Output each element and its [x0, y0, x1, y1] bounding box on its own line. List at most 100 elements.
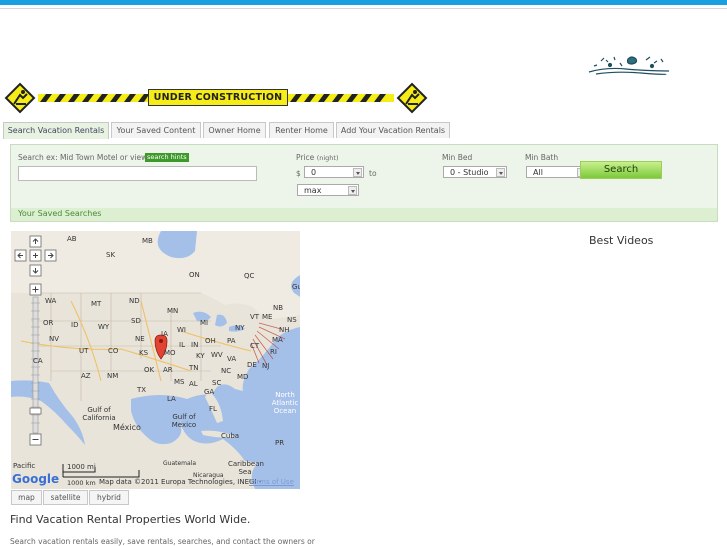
- scale-miles: 1000 mi: [67, 463, 96, 471]
- map-place-label: VT: [250, 313, 260, 321]
- map-place-label: CA: [33, 357, 43, 365]
- price-unit: (night): [316, 154, 339, 162]
- map-place-label: NM: [107, 372, 119, 380]
- map-place-label: Gulf of California: [82, 406, 116, 422]
- map-place-label: MS: [174, 378, 185, 386]
- page-headline: Find Vacation Rental Properties World Wi…: [10, 513, 251, 526]
- map-place-label: IN: [191, 341, 199, 349]
- price-max-select[interactable]: max: [297, 184, 359, 196]
- chevron-down-icon: [348, 186, 357, 195]
- map-place-label: WI: [177, 326, 186, 334]
- map-type-satellite-button[interactable]: satellite: [43, 490, 88, 505]
- map-place-label: NC: [221, 367, 232, 375]
- map-place-label: Gu: [292, 283, 300, 291]
- tab-renter-home[interactable]: Renter Home: [269, 122, 334, 138]
- map-place-label: MA: [272, 336, 283, 344]
- tab-your-saved-content[interactable]: Your Saved Content: [111, 122, 201, 138]
- map-place-label: MN: [167, 307, 179, 315]
- map-place-label: Gulf of Mexico: [171, 413, 197, 429]
- map-place-label: AB: [67, 235, 77, 243]
- saved-searches-link[interactable]: Your Saved Searches: [18, 209, 101, 218]
- map-place-label: QC: [244, 272, 255, 280]
- currency-symbol: $: [296, 169, 301, 178]
- site-logo[interactable]: [586, 51, 672, 79]
- map-place-label: MO: [164, 349, 176, 357]
- map-place-label: NS: [287, 316, 297, 324]
- search-hints-link[interactable]: search hints: [145, 153, 189, 162]
- google-logo[interactable]: Google: [12, 472, 59, 486]
- map-place-label: PA: [227, 337, 236, 345]
- map-place-label: PR: [275, 439, 285, 447]
- map-place-label: NJ: [262, 362, 270, 370]
- min-bed-label: Min Bed: [442, 153, 473, 162]
- map-place-label: NY: [235, 324, 245, 332]
- map-place-label: OR: [43, 319, 54, 327]
- tab-add-your-vacation-rentals[interactable]: Add Your Vacation Rentals: [336, 122, 450, 138]
- search-input[interactable]: [18, 166, 257, 181]
- map-place-label: NH: [279, 326, 290, 334]
- map-place-label: Guatemala: [163, 460, 197, 467]
- best-videos-heading: Best Videos: [589, 234, 654, 247]
- terms-of-use-link[interactable]: Terms of Use: [249, 478, 294, 486]
- map-place-label: MT: [91, 300, 102, 308]
- map-place-label: UT: [79, 347, 89, 355]
- map-place-label: KY: [196, 352, 205, 360]
- map-place-label: ID: [71, 321, 79, 329]
- chevron-down-icon: [496, 168, 505, 177]
- map-place-label: RI: [270, 348, 277, 356]
- map-place-label: ME: [262, 313, 273, 321]
- map-place-label: NE: [135, 335, 145, 343]
- map-place-label: OH: [205, 337, 216, 345]
- search-prompt: Search ex: Mid Town Motel or view: [18, 153, 148, 162]
- map-place-label: VA: [227, 355, 237, 363]
- map-place-label: México: [113, 423, 141, 432]
- min-bath-label: Min Bath: [525, 153, 559, 162]
- map-place-label: AL: [189, 380, 198, 388]
- min-bath-select[interactable]: All: [526, 166, 588, 178]
- map-place-label: AZ: [81, 372, 91, 380]
- tab-owner-home[interactable]: Owner Home: [203, 122, 266, 138]
- map-place-label: MI: [200, 319, 209, 327]
- map-place-label: LA: [167, 395, 176, 403]
- map-place-label: CO: [108, 347, 119, 355]
- map-place-label: WY: [98, 323, 110, 331]
- map-type-map-button[interactable]: map: [11, 490, 42, 505]
- top-accent-bar: [0, 0, 727, 5]
- map-place-label: WA: [45, 297, 57, 305]
- map-place-label: MB: [142, 237, 153, 245]
- min-bed-select[interactable]: 0 - Studio: [443, 166, 507, 178]
- map-place-label: Cuba: [221, 432, 240, 440]
- map-place-label: OK: [144, 366, 155, 374]
- map-place-label: AR: [163, 366, 173, 374]
- search-panel: Search ex: Mid Town Motel or view search…: [10, 144, 718, 210]
- map-place-label: IA: [161, 330, 168, 338]
- map-place-label: Caribbean Sea: [228, 460, 264, 476]
- map-place-label: ND: [129, 297, 140, 305]
- map-place-label: MD: [237, 373, 249, 381]
- map-place-label: TN: [189, 364, 199, 372]
- price-min-select[interactable]: 0: [304, 166, 364, 178]
- map-place-label: TX: [137, 386, 147, 394]
- price-label: Price (night): [296, 153, 339, 162]
- map-place-label: North Atlantic Ocean: [271, 391, 299, 415]
- map-place-label: SD: [131, 317, 141, 325]
- tab-search-vacation-rentals[interactable]: Search Vacation Rentals: [3, 122, 109, 139]
- search-button[interactable]: Search: [580, 161, 662, 179]
- scale-km: 1000 km: [67, 479, 96, 487]
- map-place-label: Pacific: [13, 462, 36, 470]
- price-to-label: to: [369, 169, 377, 178]
- map-place-label: KS: [139, 349, 149, 357]
- map-place-label: SC: [212, 379, 222, 387]
- map-place-label: NB: [273, 304, 284, 312]
- google-map[interactable]: AB MB SK ON QC Gu WA MT ND MN NB OR ID W…: [11, 231, 300, 489]
- map-place-label: SK: [106, 251, 116, 259]
- chevron-down-icon: [353, 168, 362, 177]
- map-place-label: ON: [189, 271, 200, 279]
- map-place-label: NV: [49, 335, 60, 343]
- map-place-label: GA: [204, 388, 215, 396]
- map-type-hybrid-button[interactable]: hybrid: [89, 490, 129, 505]
- map-place-label: DE: [247, 361, 257, 369]
- map-place-label: FL: [209, 405, 217, 413]
- map-place-label: WV: [211, 351, 223, 359]
- saved-searches-bar[interactable]: Your Saved Searches: [10, 208, 718, 222]
